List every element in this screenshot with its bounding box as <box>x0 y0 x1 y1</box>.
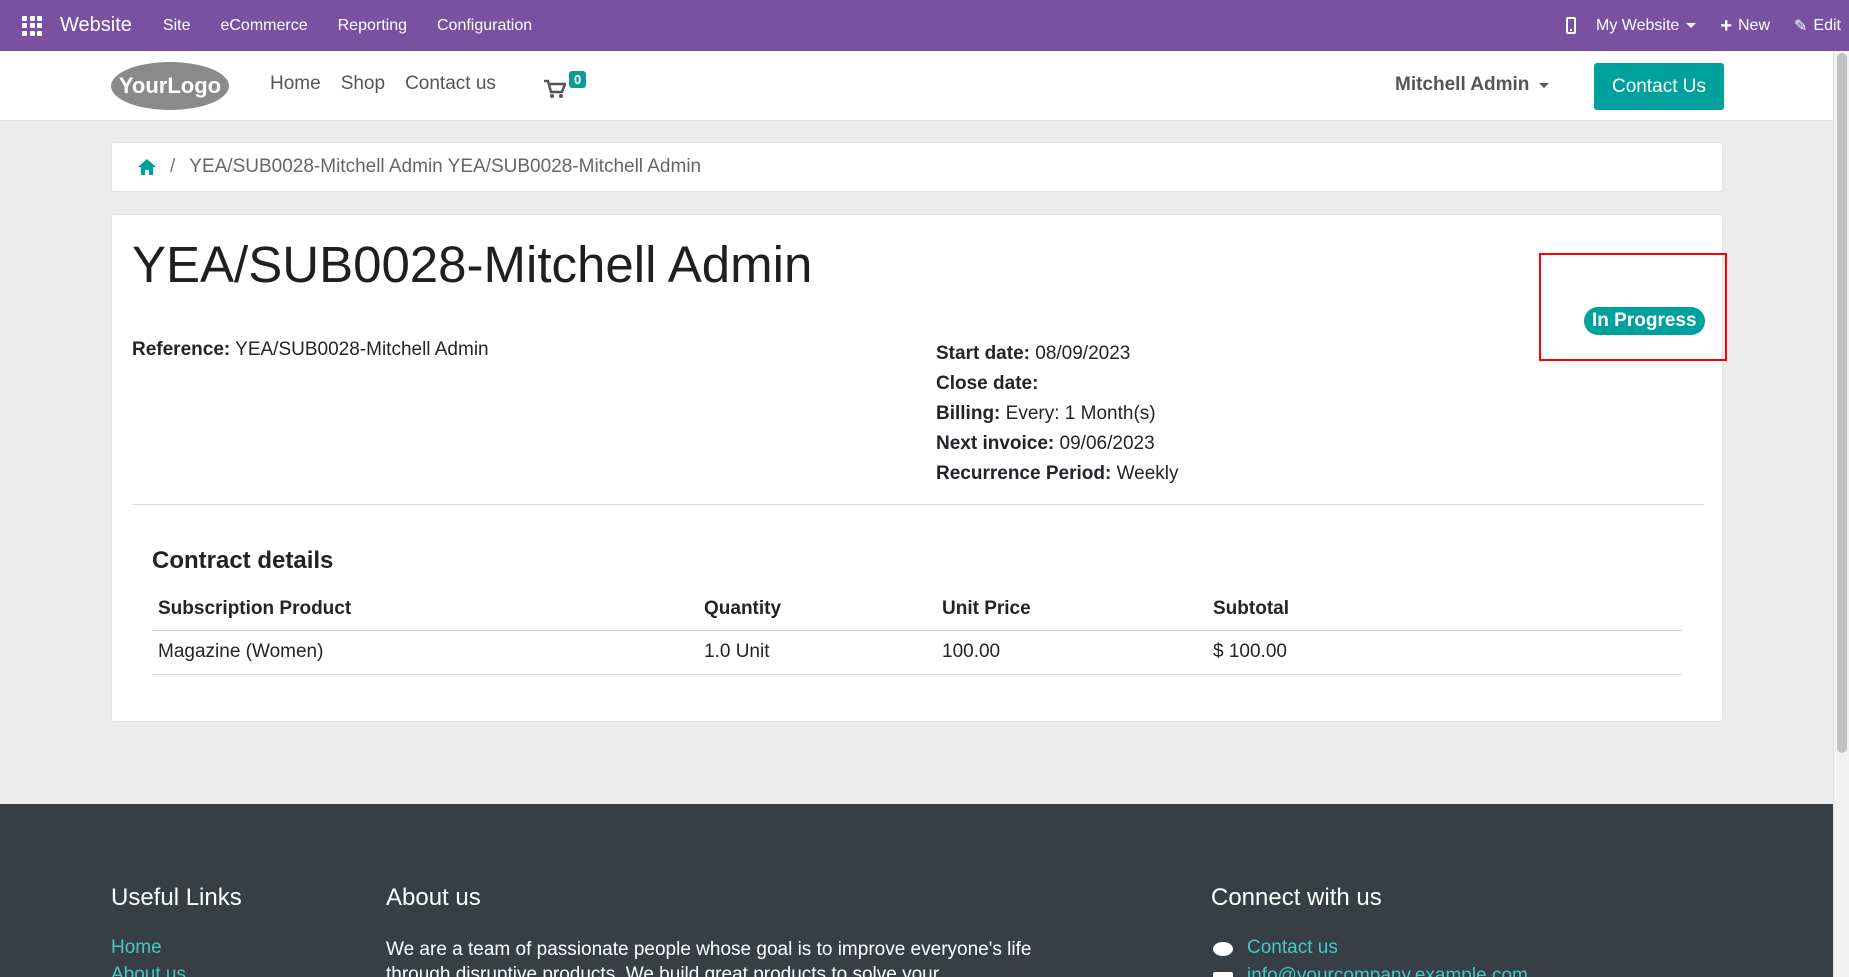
close-date-label: Close date: <box>936 373 1039 394</box>
chat-icon <box>1213 942 1233 956</box>
cell-quantity: 1.0 Unit <box>698 630 936 675</box>
cart-button[interactable]: 0 <box>544 71 594 101</box>
start-date-value: 08/09/2023 <box>1035 343 1131 364</box>
nav-home[interactable]: Home <box>270 73 321 95</box>
mobile-preview-button[interactable] <box>1566 17 1596 34</box>
breadcrumb-separator: / <box>170 156 176 177</box>
recurrence-field: Recurrence Period: Weekly <box>936 459 1179 489</box>
footer-link-about-us[interactable]: About us <box>111 964 186 977</box>
section-divider <box>132 504 1704 505</box>
menu-reporting[interactable]: Reporting <box>323 17 422 35</box>
status-badge: In Progress <box>1584 307 1705 335</box>
start-date-label: Start date: <box>936 343 1030 364</box>
contract-details-title: Contract details <box>152 547 334 574</box>
page-title: YEA/SUB0028-Mitchell Admin <box>132 236 813 293</box>
apps-grid-icon[interactable] <box>22 15 42 36</box>
nav-contact-us[interactable]: Contact us <box>405 73 496 95</box>
caret-down-icon <box>1539 82 1550 88</box>
user-name: Mitchell Admin <box>1395 74 1530 95</box>
column-header-subtotal: Subtotal <box>1207 588 1682 631</box>
breadcrumb: / YEA/SUB0028-Mitchell Admin YEA/SUB0028… <box>111 142 1723 192</box>
menu-ecommerce[interactable]: eCommerce <box>205 17 322 35</box>
footer-link-home[interactable]: Home <box>111 937 162 959</box>
footer-email-link[interactable]: info@yourcompany.example.com <box>1247 965 1528 977</box>
cell-product: Magazine (Women) <box>152 630 698 675</box>
next-invoice-value: 09/06/2023 <box>1059 433 1155 454</box>
cart-count-badge: 0 <box>569 71 587 88</box>
svg-text:YourLogo: YourLogo <box>119 73 221 98</box>
menu-site[interactable]: Site <box>148 17 206 35</box>
website-selector[interactable]: My Website <box>1596 16 1697 35</box>
subscription-dates: Start date: 08/09/2023 Close date: Billi… <box>936 339 1179 489</box>
breadcrumb-current: YEA/SUB0028-Mitchell Admin YEA/SUB0028-M… <box>189 156 702 177</box>
next-invoice-label: Next invoice: <box>936 433 1055 454</box>
column-header-unit-price: Unit Price <box>936 588 1207 631</box>
menu-configuration[interactable]: Configuration <box>422 17 547 35</box>
table-header-row: Subscription Product Quantity Unit Price… <box>152 588 1682 631</box>
scrollbar-thumb[interactable] <box>1837 53 1847 753</box>
company-logo[interactable]: YourLogo <box>110 61 230 111</box>
envelope-icon <box>1213 972 1233 977</box>
home-icon[interactable] <box>138 159 156 175</box>
logo-image: YourLogo <box>111 62 229 110</box>
connect-title: Connect with us <box>1211 884 1382 911</box>
billing-value: Every: 1 Month(s) <box>1005 403 1156 424</box>
mobile-icon <box>1566 17 1577 34</box>
column-header-quantity: Quantity <box>698 588 936 631</box>
contact-us-button[interactable]: Contact Us <box>1594 63 1724 110</box>
admin-navbar: Website Site eCommerce Reporting Configu… <box>0 0 1849 51</box>
about-us-text: We are a team of passionate people whose… <box>386 939 1032 977</box>
new-label: New <box>1738 16 1771 34</box>
site-nav: Home Shop Contact us <box>270 73 516 95</box>
site-header: YourLogo Home Shop Contact us 0 Mitchell… <box>0 51 1833 121</box>
recurrence-value: Weekly <box>1116 463 1179 484</box>
page-scrollbar[interactable] <box>1833 51 1849 977</box>
footer-contact-link[interactable]: Contact us <box>1247 937 1338 959</box>
reference-field: Reference: YEA/SUB0028-Mitchell Admin <box>132 339 489 361</box>
site-footer: Useful Links Home About us About us We a… <box>0 804 1833 977</box>
edit-label: Edit <box>1813 16 1841 34</box>
plus-icon: + <box>1720 14 1732 37</box>
recurrence-label: Recurrence Period: <box>936 463 1112 484</box>
useful-links-title: Useful Links <box>111 884 242 911</box>
contract-table: Subscription Product Quantity Unit Price… <box>152 588 1682 675</box>
next-invoice-field: Next invoice: 09/06/2023 <box>936 429 1179 459</box>
new-button[interactable]: + New <box>1720 16 1770 36</box>
app-title[interactable]: Website <box>60 14 132 37</box>
column-header-product: Subscription Product <box>152 588 698 631</box>
reference-label: Reference: <box>132 339 231 360</box>
edit-button[interactable]: ✎ Edit <box>1794 16 1841 36</box>
start-date-field: Start date: 08/09/2023 <box>936 339 1179 369</box>
admin-menu: Site eCommerce Reporting Configuration <box>148 17 547 35</box>
table-row: Magazine (Women) 1.0 Unit 100.00 $ 100.0… <box>152 630 1682 675</box>
billing-label: Billing: <box>936 403 1001 424</box>
subscription-card: YEA/SUB0028-Mitchell Admin In Progress R… <box>111 214 1727 722</box>
about-us-title: About us <box>386 884 481 911</box>
billing-field: Billing: Every: 1 Month(s) <box>936 399 1179 429</box>
pencil-icon: ✎ <box>1794 17 1808 35</box>
caret-down-icon <box>1686 23 1697 28</box>
nav-shop[interactable]: Shop <box>341 73 385 95</box>
close-date-field: Close date: <box>936 369 1179 399</box>
website-selector-label: My Website <box>1596 16 1680 34</box>
cell-unit-price: 100.00 <box>936 630 1207 675</box>
reference-value: YEA/SUB0028-Mitchell Admin <box>235 339 489 360</box>
user-menu[interactable]: Mitchell Admin <box>1395 74 1550 96</box>
admin-right-tools: My Website + New ✎ Edit <box>1566 0 1849 51</box>
cell-subtotal: $ 100.00 <box>1207 630 1682 675</box>
cart-icon <box>544 79 566 98</box>
